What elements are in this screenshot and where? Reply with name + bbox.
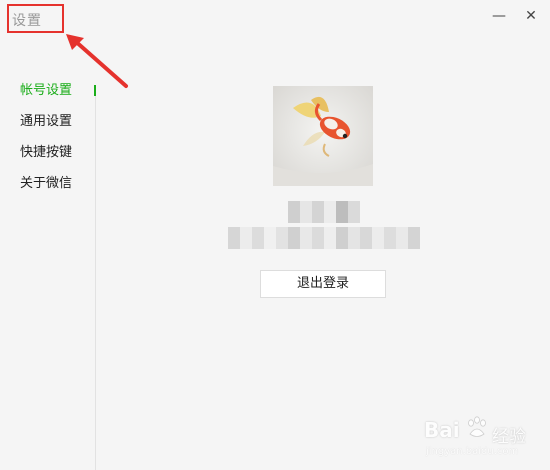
watermark-suffix: 经验 xyxy=(492,427,526,447)
sidebar-item-label: 帐号设置 xyxy=(20,83,73,98)
baidu-jingyan-watermark: Bai 经验 jingyan.baidu.com xyxy=(420,410,545,465)
goldfish-avatar-icon xyxy=(273,86,373,186)
settings-window: 设置 — ✕ 帐号设置 通用设置 快捷按键 关于微信 退出登录 Bai 经验 j… xyxy=(0,0,550,470)
blurred-nickname xyxy=(288,201,360,223)
sidebar-item-shortcuts[interactable]: 快捷按键 xyxy=(0,137,96,168)
close-button[interactable]: ✕ xyxy=(520,6,542,26)
sidebar-item-label: 快捷按键 xyxy=(20,145,73,160)
watermark-url: jingyan.baidu.com xyxy=(426,446,519,457)
sidebar-item-label: 关于微信 xyxy=(20,176,73,191)
title-highlight-box: 设置 xyxy=(7,4,64,33)
settings-sidebar: 帐号设置 通用设置 快捷按键 关于微信 xyxy=(0,75,96,199)
blurred-account-id xyxy=(228,227,420,249)
paw-icon xyxy=(468,416,486,437)
active-indicator xyxy=(94,85,96,96)
logout-button[interactable]: 退出登录 xyxy=(260,270,386,298)
watermark-brand: Bai xyxy=(424,418,460,442)
sidebar-item-account[interactable]: 帐号设置 xyxy=(0,75,96,106)
minimize-button[interactable]: — xyxy=(488,6,510,26)
sidebar-item-label: 通用设置 xyxy=(20,114,73,129)
window-title: 设置 xyxy=(12,13,42,29)
sidebar-divider xyxy=(95,96,96,470)
sidebar-item-general[interactable]: 通用设置 xyxy=(0,106,96,137)
sidebar-item-about[interactable]: 关于微信 xyxy=(0,168,96,199)
